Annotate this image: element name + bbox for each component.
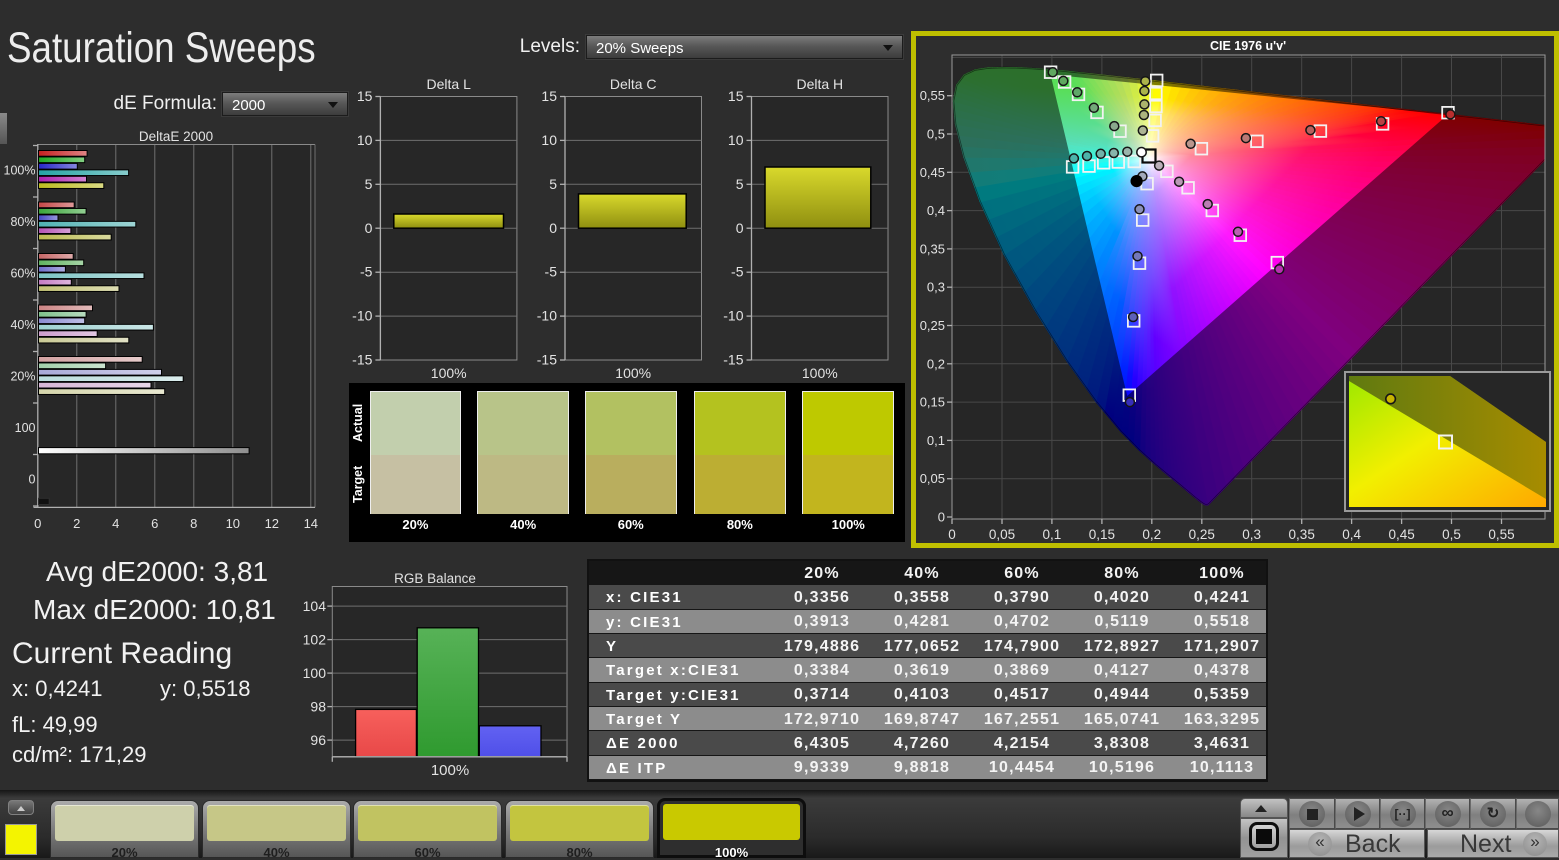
svg-text:6: 6 <box>151 516 158 531</box>
svg-text:0,4: 0,4 <box>1342 527 1361 542</box>
svg-text:Delta L: Delta L <box>427 76 472 92</box>
svg-text:RGB Balance: RGB Balance <box>394 571 476 586</box>
svg-text:100%: 100% <box>615 365 651 381</box>
svg-text:15: 15 <box>541 88 557 104</box>
svg-text:-15: -15 <box>537 352 557 368</box>
svg-text:100%: 100% <box>431 365 467 381</box>
svg-text:CIE 1976 u'v': CIE 1976 u'v' <box>1210 39 1286 53</box>
svg-text:0: 0 <box>736 220 744 236</box>
svg-text:0,45: 0,45 <box>920 165 945 180</box>
svg-text:0,1: 0,1 <box>1043 527 1062 542</box>
svg-text:20%: 20% <box>10 370 35 384</box>
svg-text:0: 0 <box>938 510 945 525</box>
svg-text:14: 14 <box>304 516 318 531</box>
svg-text:-5: -5 <box>731 264 744 280</box>
svg-text:0,35: 0,35 <box>920 241 945 256</box>
svg-text:104: 104 <box>303 598 327 614</box>
svg-text:-15: -15 <box>723 352 743 368</box>
svg-text:0,25: 0,25 <box>1189 527 1215 542</box>
svg-text:5: 5 <box>365 176 373 192</box>
svg-text:96: 96 <box>310 732 326 748</box>
svg-text:100%: 100% <box>431 762 469 779</box>
svg-text:8: 8 <box>190 516 197 531</box>
svg-text:0: 0 <box>549 220 557 236</box>
svg-text:10: 10 <box>226 516 240 531</box>
svg-text:10: 10 <box>357 132 373 148</box>
svg-text:0,15: 0,15 <box>1089 527 1115 542</box>
svg-text:5: 5 <box>549 176 557 192</box>
svg-text:-5: -5 <box>545 264 558 280</box>
svg-text:40%: 40% <box>10 318 35 332</box>
svg-text:100%: 100% <box>4 164 36 178</box>
svg-text:100: 100 <box>15 421 36 435</box>
svg-text:0,3: 0,3 <box>927 280 945 295</box>
svg-text:0,25: 0,25 <box>920 318 945 333</box>
svg-text:0: 0 <box>365 220 373 236</box>
svg-text:98: 98 <box>310 699 326 715</box>
svg-text:12: 12 <box>265 516 279 531</box>
svg-text:Delta C: Delta C <box>610 76 657 92</box>
svg-text:80%: 80% <box>10 215 35 229</box>
svg-text:-15: -15 <box>352 352 372 368</box>
svg-text:0: 0 <box>948 527 956 542</box>
svg-text:DeltaE 2000: DeltaE 2000 <box>139 129 213 144</box>
svg-text:0,5: 0,5 <box>927 127 945 142</box>
svg-text:Delta H: Delta H <box>796 76 843 92</box>
svg-text:0,05: 0,05 <box>989 527 1015 542</box>
svg-text:-10: -10 <box>723 308 743 324</box>
svg-text:0,05: 0,05 <box>920 471 945 486</box>
svg-text:2: 2 <box>73 516 80 531</box>
svg-text:100: 100 <box>303 665 327 681</box>
svg-text:-10: -10 <box>352 308 372 324</box>
svg-text:10: 10 <box>541 132 557 148</box>
svg-text:0,2: 0,2 <box>927 356 945 371</box>
svg-text:5: 5 <box>736 176 744 192</box>
svg-text:0,15: 0,15 <box>920 395 945 410</box>
svg-text:102: 102 <box>303 632 327 648</box>
svg-text:-5: -5 <box>360 264 373 280</box>
svg-text:60%: 60% <box>10 267 35 281</box>
svg-text:0,45: 0,45 <box>1388 527 1414 542</box>
svg-text:0,1: 0,1 <box>927 433 945 448</box>
svg-text:0,4: 0,4 <box>927 203 945 218</box>
svg-text:10: 10 <box>728 132 744 148</box>
svg-text:0,2: 0,2 <box>1142 527 1161 542</box>
svg-text:15: 15 <box>728 88 744 104</box>
svg-text:100%: 100% <box>802 365 838 381</box>
svg-text:4: 4 <box>112 516 119 531</box>
svg-text:0,3: 0,3 <box>1242 527 1261 542</box>
svg-text:0,35: 0,35 <box>1289 527 1315 542</box>
svg-text:0: 0 <box>34 516 41 531</box>
svg-text:0: 0 <box>29 473 36 487</box>
svg-text:0,5: 0,5 <box>1442 527 1461 542</box>
svg-text:0,55: 0,55 <box>1488 527 1514 542</box>
svg-text:-10: -10 <box>537 308 557 324</box>
svg-text:15: 15 <box>357 88 373 104</box>
svg-text:0,55: 0,55 <box>920 88 945 103</box>
